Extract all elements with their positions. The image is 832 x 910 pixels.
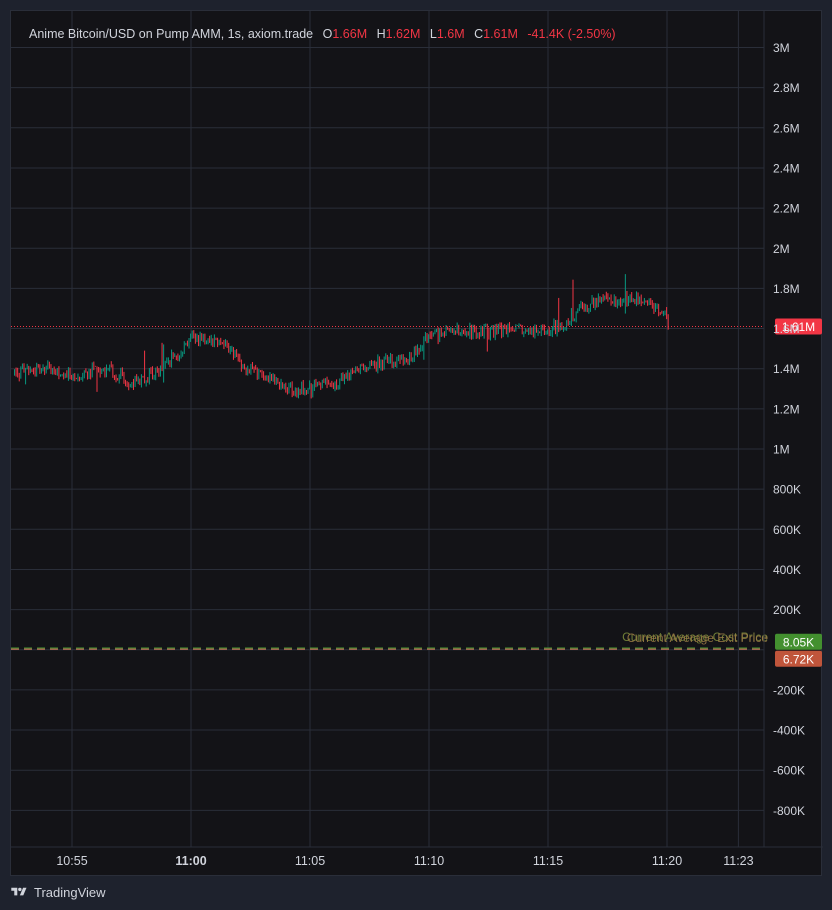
grid bbox=[11, 11, 764, 847]
time-tick-label: 10:55 bbox=[56, 854, 87, 868]
close-label: C bbox=[474, 27, 484, 41]
time-tick-label: 11:15 bbox=[533, 854, 563, 868]
price-tick-label: -200K bbox=[773, 683, 805, 697]
price-tick-label: 2.8M bbox=[773, 81, 800, 95]
high-label: H bbox=[376, 27, 386, 41]
price-tick-label: -600K bbox=[773, 764, 805, 778]
tradingview-logo-icon bbox=[11, 887, 27, 896]
close-value: 1.61M bbox=[483, 27, 518, 41]
price-tick-label: 600K bbox=[773, 523, 801, 537]
time-tick-label: 11:23 bbox=[723, 854, 753, 868]
price-tick-label: -800K bbox=[773, 804, 805, 818]
price-tick-label: 2.6M bbox=[773, 121, 800, 135]
avg-price-badge-label: 8.05K bbox=[783, 635, 814, 649]
change-value: -41.4K (-2.50%) bbox=[527, 27, 616, 41]
symbol-name[interactable]: Anime Bitcoin/USD on Pump AMM, 1s, axiom… bbox=[29, 27, 313, 41]
open-value: 1.66M bbox=[332, 27, 368, 41]
price-tick-label: 2M bbox=[773, 242, 790, 256]
candles[interactable] bbox=[13, 274, 669, 399]
axes: 3M 2.8M 2.6M 2.4M 2.2M 2M 1.8M 1.6M 1.4M 1.2M 1M 80… bbox=[11, 11, 823, 868]
price-tick-label: 1.4M bbox=[773, 362, 800, 376]
price-tick-label: 800K bbox=[773, 483, 801, 497]
avg-price-line-label: Current Average Exit Price bbox=[627, 631, 769, 645]
candlestick-chart[interactable]: 1.61MCurrent Average Cost Price 8.05KCurr… bbox=[11, 11, 823, 877]
price-tick-label: 2.2M bbox=[773, 202, 800, 216]
time-tick-label: 11:20 bbox=[652, 854, 682, 868]
open-label: O bbox=[322, 27, 333, 41]
chart-pane[interactable]: 1.61M Current Average Cost Price 8.05K Curr… bbox=[10, 10, 823, 877]
symbol-legend[interactable]: Anime Bitcoin/USD on Pump AMM, 1s, axiom… bbox=[29, 27, 616, 41]
low-value: 1.6M bbox=[436, 27, 465, 41]
low-label: L bbox=[429, 27, 437, 41]
time-tick-label: 11:00 bbox=[175, 854, 206, 868]
time-tick-label: 11:05 bbox=[295, 854, 325, 868]
price-tick-label: 3M bbox=[773, 41, 790, 55]
time-tick-label: 11:10 bbox=[414, 854, 444, 868]
price-tick-label: 200K bbox=[773, 603, 801, 617]
avg-price-badge-label: 6.72K bbox=[783, 652, 814, 666]
price-tick-label: 1.8M bbox=[773, 282, 800, 296]
tradingview-label: TradingView bbox=[34, 884, 106, 900]
price-lines: 1.61MCurrent Average Cost Price 8.05KCurr… bbox=[11, 318, 822, 667]
price-tick-label: -400K bbox=[773, 724, 805, 738]
price-tick-label: 1.2M bbox=[773, 402, 800, 416]
price-tick-label: 2.4M bbox=[773, 161, 800, 175]
price-tick-label: 1.6M bbox=[773, 322, 800, 336]
tradingview-attribution[interactable]: TradingView bbox=[10, 882, 106, 902]
price-tick-label: 1M bbox=[773, 443, 790, 457]
high-value: 1.62M bbox=[385, 27, 421, 41]
price-tick-label: 400K bbox=[773, 563, 801, 577]
